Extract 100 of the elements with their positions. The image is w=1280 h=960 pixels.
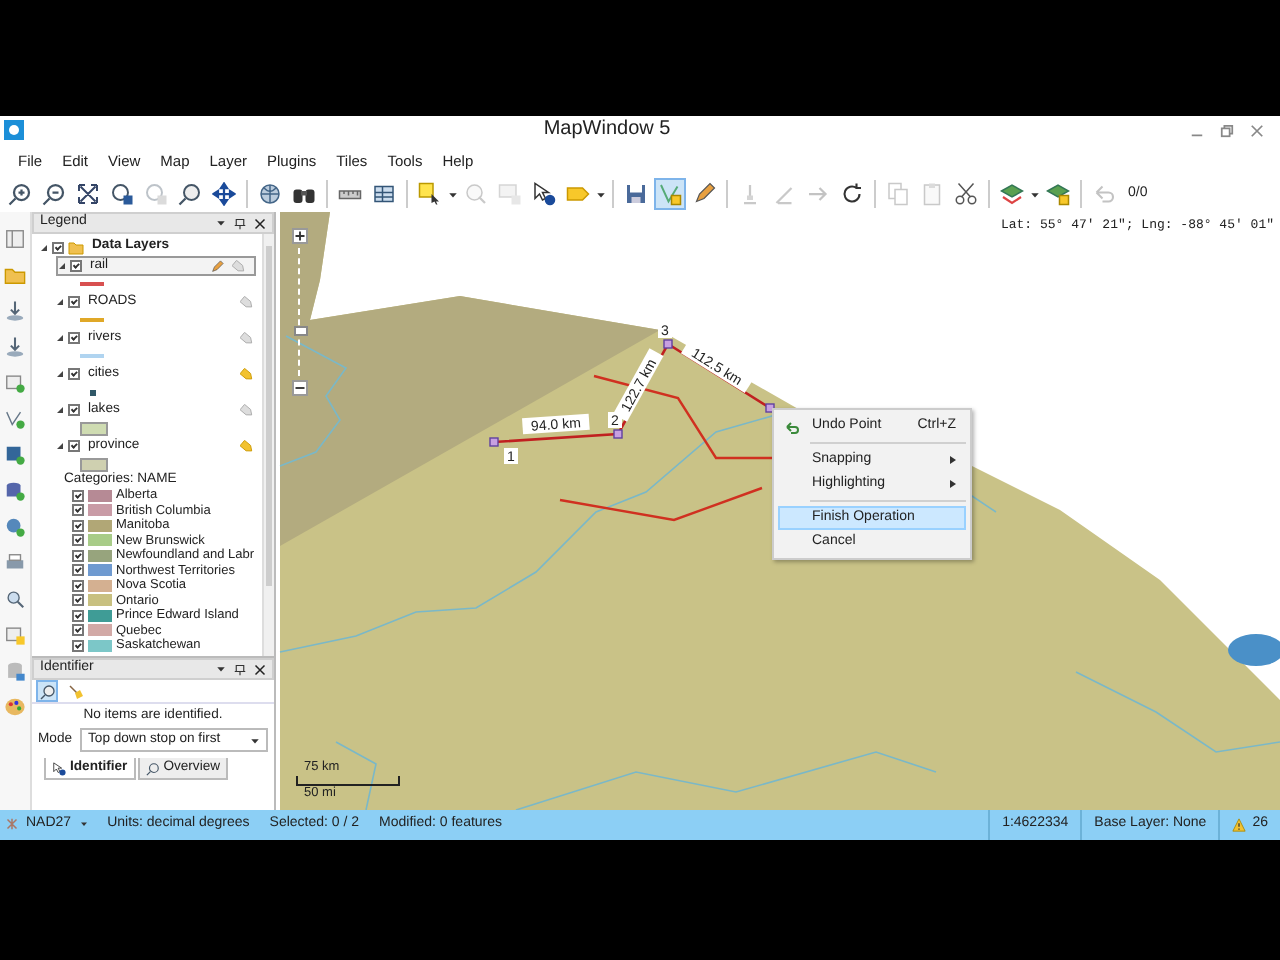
pencil-icon [692, 182, 716, 206]
checkbox[interactable] [72, 609, 84, 622]
checkbox[interactable] [52, 241, 64, 253]
caret-icon [1030, 189, 1040, 199]
plus-icon [294, 230, 306, 242]
warning-icon [1232, 818, 1247, 832]
layer-edit-icon [1046, 182, 1070, 206]
raster-add-icon [4, 444, 26, 466]
zoom-layer-button[interactable] [106, 178, 138, 210]
close-icon [254, 217, 266, 229]
caret-icon [216, 218, 226, 228]
paste-icon [920, 182, 944, 206]
deselect-icon [498, 182, 522, 206]
close-icon [254, 663, 266, 675]
checkbox[interactable] [72, 639, 84, 652]
magnifier-button[interactable] [174, 178, 206, 210]
database-add-icon [4, 480, 26, 502]
minus-icon [294, 382, 306, 394]
projection-icon [6, 818, 18, 831]
checkbox[interactable] [72, 579, 84, 592]
zoom-extent-button[interactable] [72, 178, 104, 210]
zoom-layer-icon [110, 182, 134, 206]
window-title: MapWindow 5 [543, 118, 671, 142]
checkbox[interactable] [70, 260, 82, 272]
checkbox[interactable] [68, 368, 80, 380]
submenu-arrow-icon [950, 456, 956, 464]
checkbox[interactable] [68, 440, 80, 452]
download-icon [4, 336, 26, 358]
undo-icon [784, 420, 800, 436]
folder-icon [4, 264, 26, 286]
layer-add-button[interactable] [996, 178, 1028, 210]
palette-icon [4, 696, 26, 718]
checkbox[interactable] [72, 594, 84, 607]
magnifier-icon [4, 588, 26, 610]
checkbox[interactable] [72, 489, 84, 502]
zoom-out-button[interactable] [292, 380, 308, 396]
caret-icon [448, 189, 458, 199]
checkbox[interactable] [68, 332, 80, 344]
zoom-in-icon [8, 182, 32, 206]
table-icon [372, 182, 396, 206]
close-icon [1250, 123, 1265, 137]
submenu-arrow-icon [950, 480, 956, 488]
cursor-info-icon [532, 182, 556, 206]
arrow-right-icon [806, 182, 830, 206]
pan-icon [212, 182, 236, 206]
vertex-move-icon [738, 182, 762, 206]
save-icon [624, 182, 648, 206]
globe-add-icon [4, 516, 26, 538]
checkbox[interactable] [72, 519, 84, 532]
scale-bar [296, 775, 400, 786]
scrollbar[interactable] [262, 234, 274, 656]
lake [1228, 634, 1280, 666]
checkbox[interactable] [72, 624, 84, 637]
download-icon [4, 300, 26, 322]
layer-edit-button[interactable] [1042, 178, 1074, 210]
globe-button[interactable] [254, 178, 286, 210]
pin-icon [234, 217, 246, 229]
zoom-selection-icon [144, 182, 168, 206]
restore-icon [1220, 123, 1235, 137]
river-line [335, 741, 377, 810]
checkbox[interactable] [68, 296, 80, 308]
tag-icon [566, 182, 590, 206]
scissors-button[interactable] [950, 178, 982, 210]
scissors-icon [954, 182, 978, 206]
cursor-info-button[interactable] [528, 178, 560, 210]
zoom-in-button[interactable] [4, 178, 36, 210]
zoom-extent-icon [76, 182, 100, 206]
checkbox[interactable] [72, 504, 84, 517]
rotate-icon [840, 182, 864, 206]
caret-icon [250, 735, 260, 746]
vertex-add-icon [4, 408, 26, 430]
caret-icon [79, 820, 88, 829]
caret-icon [216, 664, 226, 674]
vertex-split-icon [772, 182, 796, 206]
undo-icon [1092, 182, 1116, 206]
pan-button[interactable] [208, 178, 240, 210]
checkbox[interactable] [72, 549, 84, 562]
caret-icon [596, 189, 606, 199]
checkbox[interactable] [68, 404, 80, 416]
checkbox[interactable] [72, 534, 84, 547]
database-icon [4, 660, 26, 682]
magnifier-icon [39, 683, 55, 699]
magnifier-icon [145, 761, 160, 776]
zoom-slider-thumb[interactable] [294, 325, 308, 336]
broom-icon [67, 683, 83, 699]
magnifier-icon [178, 182, 202, 206]
globe-icon [258, 182, 282, 206]
zoom-out-button[interactable] [38, 178, 70, 210]
pin-icon [234, 663, 246, 675]
select-icon [418, 182, 442, 206]
checkbox[interactable] [72, 564, 84, 577]
copy-icon [886, 182, 910, 206]
vertex-edit-icon [658, 182, 682, 206]
zoom-in-button[interactable] [292, 228, 308, 244]
cursor-info-icon [52, 761, 66, 776]
vertex-edit-button[interactable] [654, 178, 686, 210]
zoom-out-icon [42, 182, 66, 206]
layer-add-icon [1000, 182, 1024, 206]
identify-button[interactable] [36, 680, 58, 702]
select-circle-icon [464, 182, 488, 206]
